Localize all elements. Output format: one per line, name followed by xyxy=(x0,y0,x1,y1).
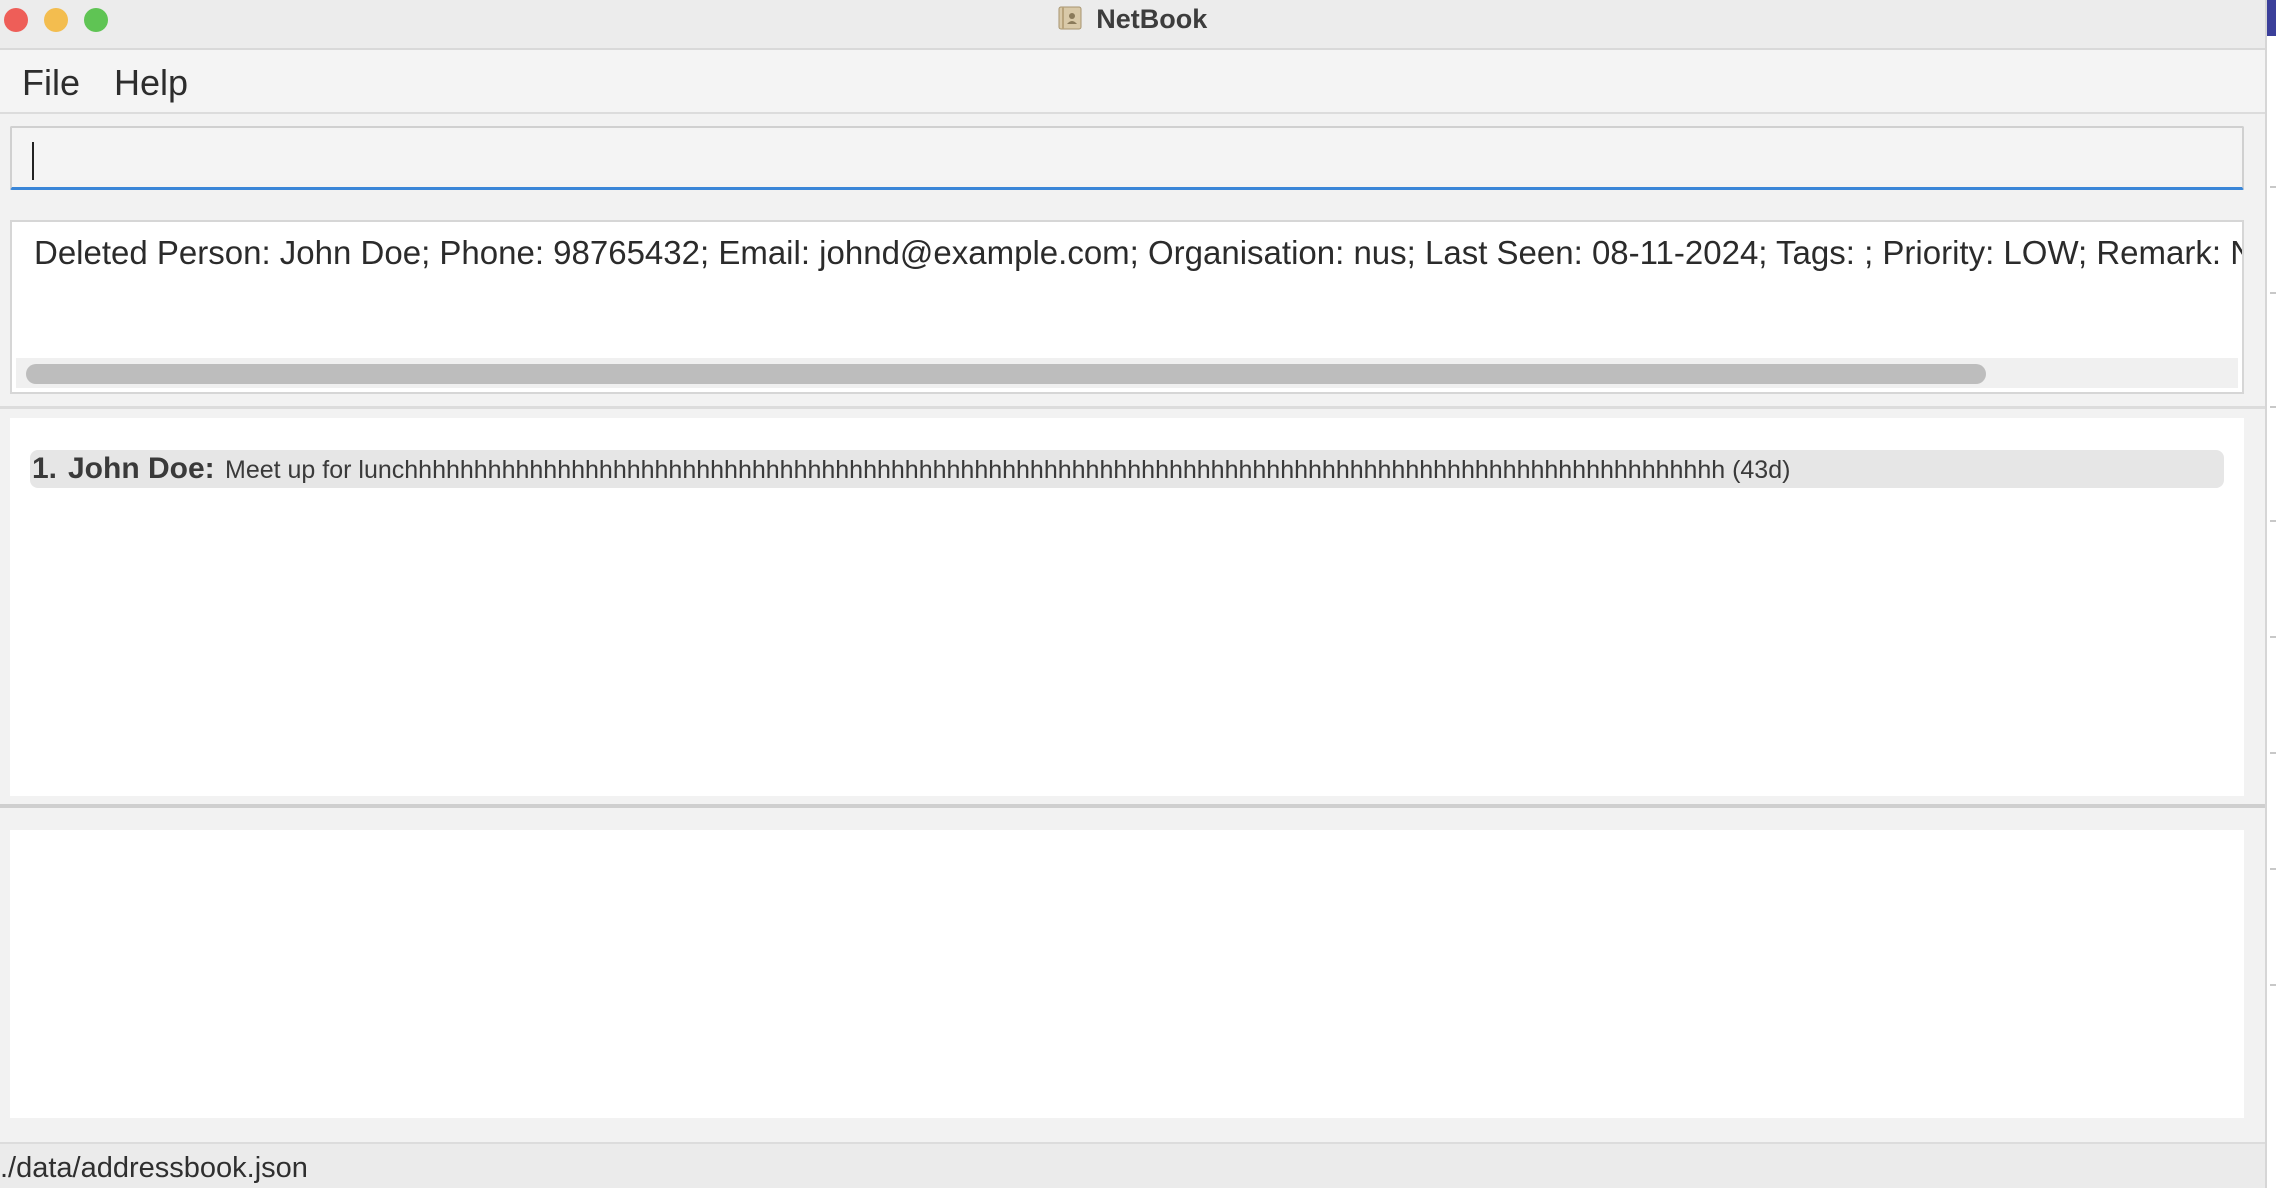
edge-divider xyxy=(2270,520,2276,522)
status-bar: ./data/addressbook.json xyxy=(0,1142,2265,1188)
horizontal-scrollbar[interactable] xyxy=(16,358,2238,388)
result-message: Deleted Person: John Doe; Phone: 9876543… xyxy=(34,234,2244,271)
panel-divider[interactable] xyxy=(0,804,2265,808)
person-list-panel xyxy=(10,830,2244,1118)
command-box[interactable] xyxy=(10,126,2244,190)
edge-divider xyxy=(2270,292,2276,294)
scrollbar-thumb[interactable] xyxy=(26,364,1986,384)
list-item-index: 1. xyxy=(32,452,58,485)
edge-divider xyxy=(2270,636,2276,638)
save-file-path: ./data/addressbook.json xyxy=(0,1152,308,1184)
edge-divider xyxy=(2270,984,2276,986)
menu-help[interactable]: Help xyxy=(106,58,196,108)
list-item-name: John Doe: xyxy=(68,452,215,485)
reminder-list-panel: 1. John Doe: Meet up for lunchhhhhhhhhhh… xyxy=(10,418,2244,796)
address-book-icon xyxy=(1058,6,1082,30)
edge-divider xyxy=(2270,406,2276,408)
menu-file[interactable]: File xyxy=(14,58,88,108)
background-window-accent xyxy=(2267,0,2276,36)
title-bar: NetBook xyxy=(0,0,2265,50)
result-display: Deleted Person: John Doe; Phone: 9876543… xyxy=(10,220,2244,394)
list-item[interactable]: 1. John Doe: Meet up for lunchhhhhhhhhhh… xyxy=(30,450,2224,488)
app-window: NetBook File Help Deleted Person: John D… xyxy=(0,0,2265,1188)
edge-divider xyxy=(2270,752,2276,754)
command-input[interactable] xyxy=(12,128,2242,187)
window-title: NetBook xyxy=(1096,4,1208,34)
menu-bar: File Help xyxy=(0,50,2265,114)
panel-divider[interactable] xyxy=(0,406,2265,409)
background-window-edge xyxy=(2265,0,2276,1188)
edge-divider xyxy=(2270,186,2276,188)
text-caret xyxy=(32,142,34,180)
window-title-group: NetBook xyxy=(0,4,2265,36)
list-item-text: Meet up for lunchhhhhhhhhhhhhhhhhhhhhhhh… xyxy=(225,456,1791,484)
edge-divider xyxy=(2270,868,2276,870)
